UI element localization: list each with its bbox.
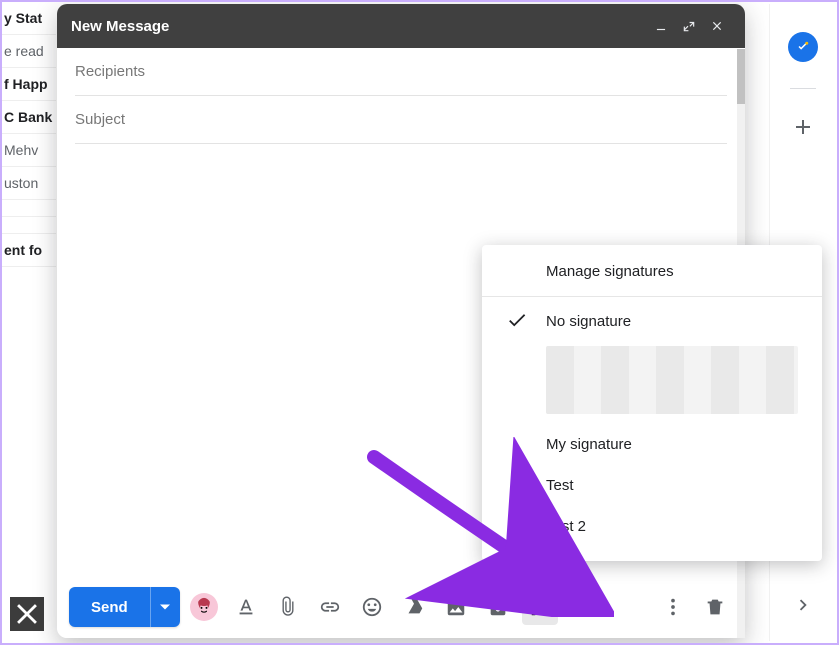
manage-signatures-item[interactable]: Manage signatures <box>482 251 822 292</box>
popout-button[interactable] <box>675 12 703 40</box>
check-icon <box>506 309 528 335</box>
face-icon <box>194 597 214 617</box>
recipients-placeholder: Recipients <box>75 63 145 80</box>
collapse-panel-button[interactable] <box>792 594 814 621</box>
add-addon-button[interactable] <box>791 115 815 144</box>
menu-item-label: No signature <box>546 313 631 330</box>
compose-title: New Message <box>71 18 647 35</box>
minimize-button[interactable] <box>647 12 675 40</box>
redacted-signature <box>546 346 798 414</box>
tasks-icon <box>794 38 812 56</box>
recipients-field[interactable]: Recipients <box>75 48 727 96</box>
paperclip-icon <box>277 596 299 618</box>
confidential-button[interactable] <box>480 589 516 625</box>
list-item[interactable]: y Stat <box>2 2 56 34</box>
side-separator <box>790 88 816 89</box>
menu-divider <box>482 296 822 297</box>
menu-item-label: Test 2 <box>546 518 586 535</box>
emoji-icon <box>361 596 383 618</box>
menu-item-label: My signature <box>546 436 632 453</box>
expand-icon <box>682 19 696 33</box>
signature-button[interactable] <box>522 589 558 625</box>
more-vert-icon <box>662 596 684 618</box>
minimize-icon <box>654 19 668 33</box>
close-icon <box>10 597 44 631</box>
chevron-right-icon <box>792 594 814 616</box>
close-compose-button[interactable] <box>703 12 731 40</box>
link-button[interactable] <box>312 589 348 625</box>
drive-button[interactable] <box>396 589 432 625</box>
close-icon <box>710 19 724 33</box>
subject-field[interactable]: Subject <box>75 96 727 144</box>
image-icon <box>445 596 467 618</box>
send-options-button[interactable] <box>150 587 180 627</box>
signature-option-test-2[interactable]: Test 2 <box>482 506 822 547</box>
trash-icon <box>704 596 726 618</box>
menu-item-label: Test <box>546 477 574 494</box>
pen-icon <box>529 596 551 618</box>
list-item[interactable]: f Happ <box>2 67 56 100</box>
chevron-down-icon <box>160 602 170 612</box>
scrollbar-thumb[interactable] <box>737 49 745 104</box>
list-item[interactable] <box>2 266 56 283</box>
more-button[interactable] <box>655 589 691 625</box>
formatting-button[interactable] <box>228 589 264 625</box>
signature-option-test[interactable]: Test <box>482 465 822 506</box>
compose-title-bar: New Message <box>57 4 745 48</box>
emoji-button[interactable] <box>354 589 390 625</box>
signature-menu: Manage signatures No signature My signat… <box>482 245 822 561</box>
subject-placeholder: Subject <box>75 111 125 128</box>
tasks-app-button[interactable] <box>788 32 818 62</box>
dismiss-banner-button[interactable] <box>10 597 44 631</box>
list-item[interactable]: e read <box>2 34 56 67</box>
signature-option-my-signature[interactable]: My signature <box>482 424 822 465</box>
plus-icon <box>791 115 815 139</box>
signature-option-no-signature[interactable]: No signature <box>482 301 822 342</box>
link-icon <box>319 596 341 618</box>
discard-button[interactable] <box>697 589 733 625</box>
photo-button[interactable] <box>438 589 474 625</box>
list-item[interactable] <box>2 216 56 233</box>
send-group: Send <box>69 587 180 627</box>
compose-toolbar: Send <box>57 576 745 638</box>
menu-item-label: Manage signatures <box>546 263 674 280</box>
text-format-icon <box>235 596 257 618</box>
list-item[interactable] <box>2 199 56 216</box>
inbox-list-partial: y Stat e read f Happ C Bank Mehv uston e… <box>2 2 56 643</box>
list-item[interactable]: C Bank <box>2 100 56 133</box>
lock-clock-icon <box>487 596 509 618</box>
list-item[interactable]: uston <box>2 166 56 199</box>
attach-button[interactable] <box>270 589 306 625</box>
list-item[interactable]: Mehv <box>2 133 56 166</box>
drive-icon <box>403 596 425 618</box>
list-item[interactable]: ent fo <box>2 233 56 266</box>
send-button[interactable]: Send <box>69 587 150 627</box>
avatar[interactable] <box>190 593 218 621</box>
